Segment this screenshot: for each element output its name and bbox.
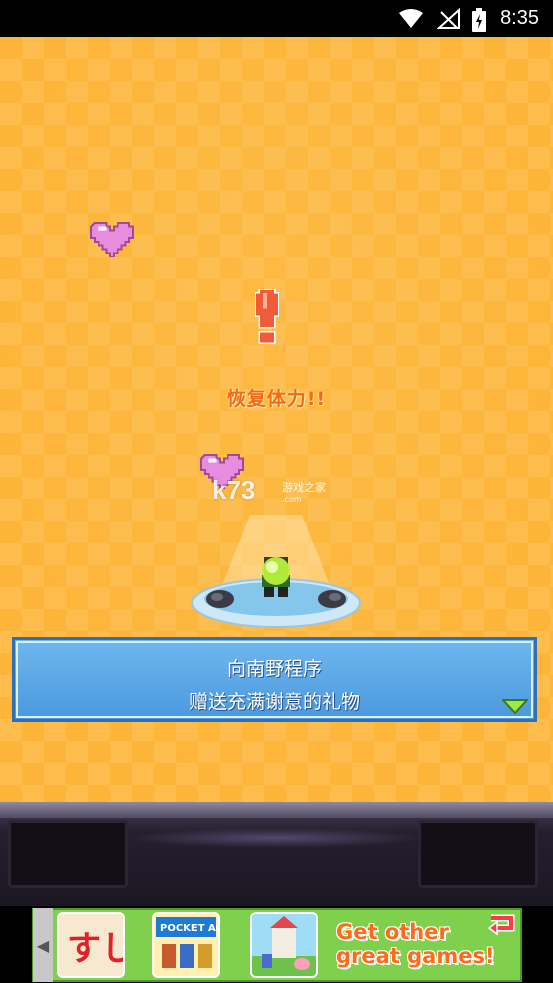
- next-arrow-icon[interactable]: [502, 697, 528, 715]
- no-signal-icon: [437, 8, 460, 29]
- game-scene[interactable]: 恢复体力!! k73 游戏之家 .com 向南野程序 赠送充满谢意的礼物: [0, 37, 553, 802]
- watermark-brand: k73: [212, 475, 256, 505]
- watermark-url: .com: [282, 495, 302, 504]
- ad-text-line-2: great games!: [336, 944, 495, 968]
- clock: 8:35: [500, 7, 539, 29]
- character-on-platform[interactable]: [190, 515, 362, 633]
- spotlight-left: [206, 590, 234, 608]
- ad-game-tile-castle[interactable]: [250, 912, 318, 978]
- watermark-logo: k73 游戏之家 .com: [212, 475, 352, 511]
- ad-game-tile-pocket-acad[interactable]: POCKET ACAD: [152, 912, 220, 978]
- battery-icon: [472, 8, 486, 32]
- ad-back-icon[interactable]: ◀: [33, 908, 53, 982]
- ad-text-line-1: Get other: [336, 920, 449, 944]
- ad-banner[interactable]: ◀ すし POCKET ACAD Get other great games!: [0, 906, 553, 983]
- left-slot: [8, 820, 128, 888]
- bottom-frame: [0, 802, 553, 906]
- return-arrow-icon: [487, 914, 515, 936]
- pocket-acad-logo-icon: POCKET ACAD: [154, 914, 218, 976]
- sushi-logo-icon: すし: [59, 914, 123, 976]
- recover-stamina-text: 恢复体力!!: [226, 388, 327, 410]
- dialog-box[interactable]: 向南野程序 赠送充满谢意的礼物: [12, 637, 537, 722]
- frame-glow: [125, 828, 425, 848]
- status-bar: 8:35: [0, 0, 553, 37]
- dialog-line-2: 赠送充满谢意的礼物: [188, 691, 360, 713]
- ad-text[interactable]: Get other great games!: [336, 920, 495, 968]
- dialog-line-1: 向南野程序: [226, 658, 322, 680]
- ad-tile-label: POCKET ACAD: [160, 923, 218, 934]
- ad-tile-label: すし: [67, 929, 123, 969]
- watermark-site: 游戏之家: [282, 481, 326, 494]
- heart-icon: [90, 221, 134, 257]
- ad-game-tile-sushi[interactable]: すし: [57, 912, 125, 978]
- frame-rim: [0, 802, 553, 818]
- exclamation-icon: [255, 289, 279, 344]
- spotlight-right: [318, 590, 346, 608]
- castle-game-icon: [252, 914, 316, 976]
- right-slot: [418, 820, 538, 888]
- wifi-icon: [399, 9, 423, 28]
